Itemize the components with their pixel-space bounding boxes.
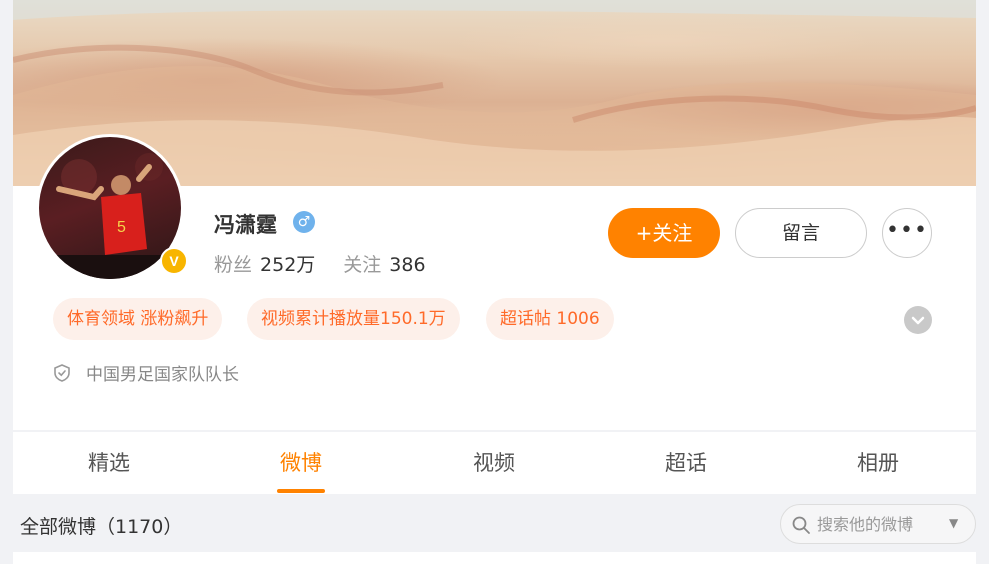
male-gender-icon: ♂ xyxy=(293,211,315,233)
feed-card-top xyxy=(13,552,976,564)
tab-album[interactable]: 相册 xyxy=(828,432,928,494)
tag-sports-field[interactable]: 体育领域 涨粉飙升 xyxy=(53,298,223,340)
active-tab-indicator xyxy=(277,489,325,493)
message-button[interactable]: 留言 xyxy=(735,208,867,258)
feed-title: 全部微博（1170） xyxy=(20,516,183,538)
tab-super-topic[interactable]: 超话 xyxy=(636,432,736,494)
follow-button[interactable]: +关注 xyxy=(608,208,720,258)
tag-super-topic[interactable]: 超话帖 1006 xyxy=(486,298,614,340)
followers-count[interactable]: 252万 xyxy=(260,254,315,276)
following-label[interactable]: 关注 xyxy=(343,254,381,276)
profile-description: 中国男足国家队队长 xyxy=(86,365,239,385)
tab-videos[interactable]: 视频 xyxy=(444,432,544,494)
search-input[interactable] xyxy=(817,505,947,543)
profile-name: 冯潇霆 xyxy=(214,213,277,237)
tab-weibo[interactable]: 微博 xyxy=(251,432,351,494)
svg-text:5: 5 xyxy=(117,219,126,236)
profile-stats: 粉丝 252万 关注 386 xyxy=(214,250,454,277)
tag-video-plays[interactable]: 视频累计播放量150.1万 xyxy=(247,298,460,340)
verified-badge-icon: V xyxy=(160,247,188,275)
chevron-down-icon[interactable] xyxy=(904,306,932,334)
tab-featured[interactable]: 精选 xyxy=(59,432,159,494)
search-filter-dropdown-icon[interactable]: ▼ xyxy=(949,516,958,530)
shield-icon xyxy=(54,364,70,382)
weibo-search-box[interactable]: ▼ xyxy=(780,504,976,544)
following-count[interactable]: 386 xyxy=(389,254,425,276)
profile-tabs: 精选 微博 视频 超话 相册 xyxy=(13,432,976,494)
search-icon xyxy=(792,516,810,534)
followers-label[interactable]: 粉丝 xyxy=(214,254,252,276)
more-options-button[interactable]: ••• xyxy=(882,208,932,258)
